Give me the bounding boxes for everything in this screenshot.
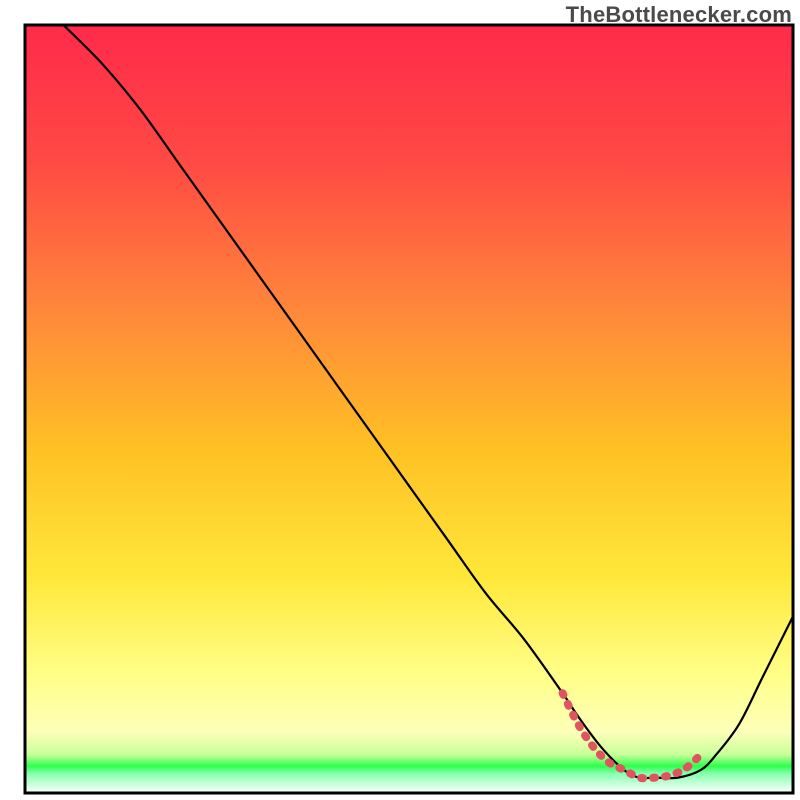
plot-background <box>25 25 793 793</box>
bottleneck-chart <box>0 0 800 800</box>
chart-container: TheBottlenecker.com <box>0 0 800 800</box>
watermark-label: TheBottlenecker.com <box>566 2 792 28</box>
